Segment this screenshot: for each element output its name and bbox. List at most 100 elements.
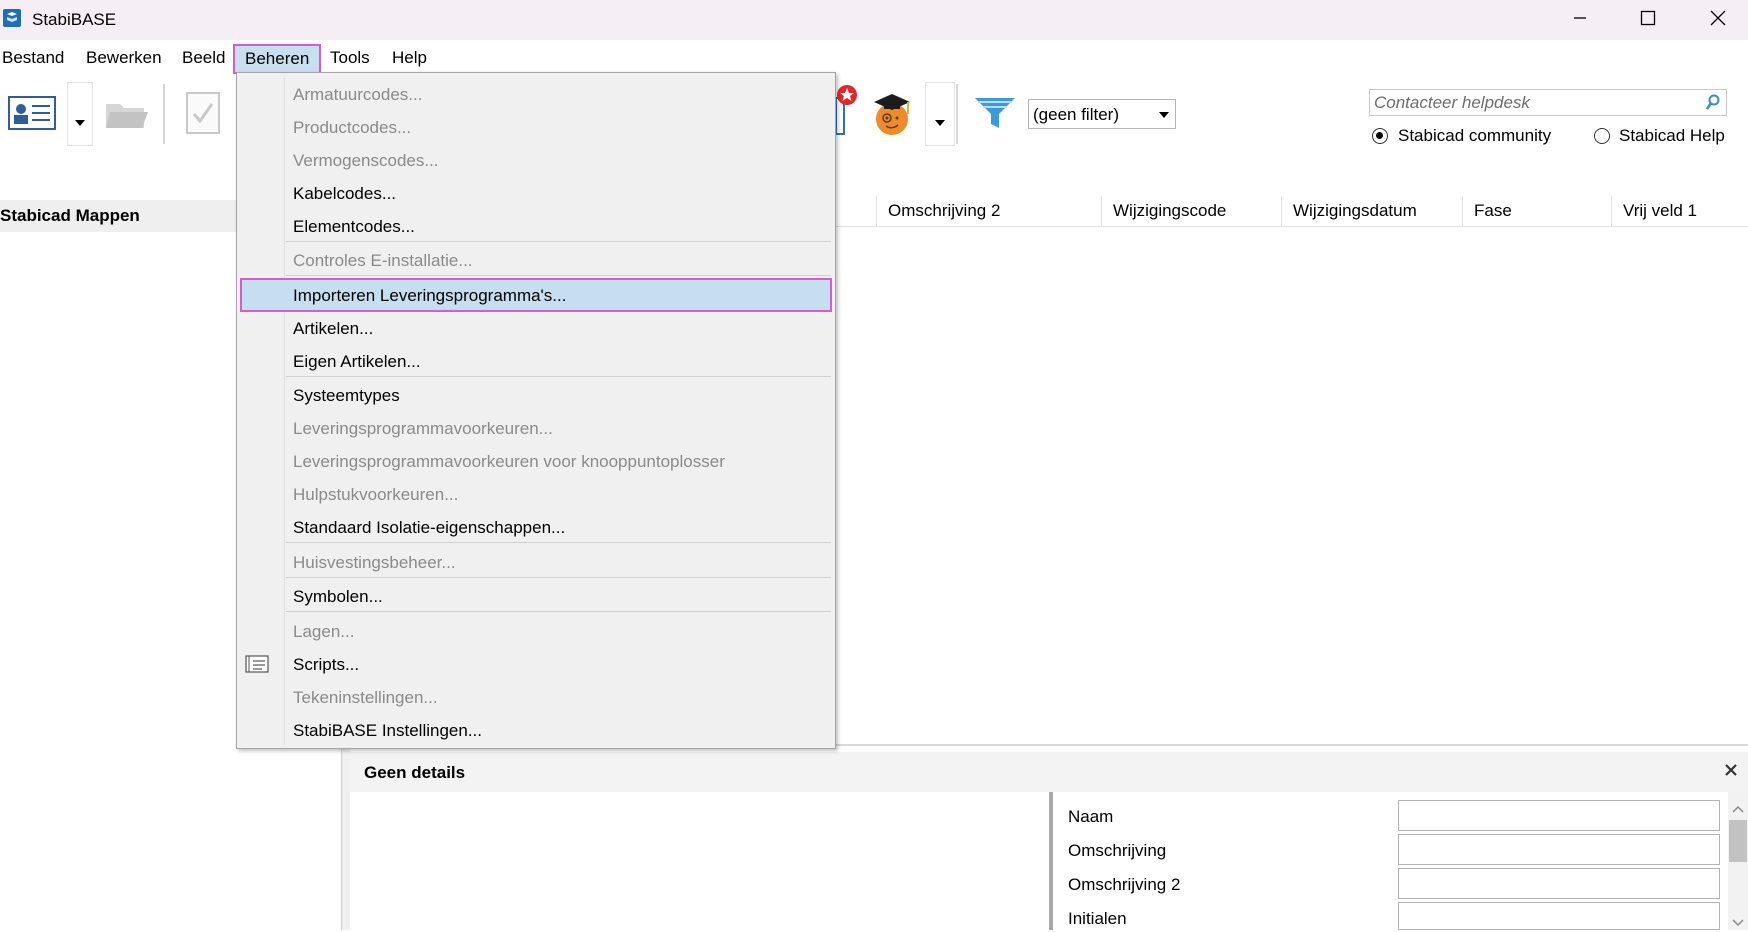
column-fase[interactable]: Fase: [1474, 201, 1512, 221]
menu-bestand[interactable]: Bestand: [0, 47, 66, 71]
contact-dropdown-button[interactable]: [67, 82, 93, 146]
search-icon[interactable]: [1705, 94, 1720, 115]
menu-item-armatuurcodes[interactable]: Armatuurcodes...: [293, 85, 422, 105]
maximize-icon: [1640, 10, 1656, 31]
scrollbar-thumb[interactable]: [1729, 820, 1747, 862]
details-header: [349, 752, 1748, 792]
left-panel-title: Stabicad Mappen: [0, 206, 140, 225]
field-label-naam: Naam: [1068, 807, 1114, 826]
menu-item-productcodes[interactable]: Productcodes...: [293, 118, 411, 138]
chevron-down-icon[interactable]: [1732, 912, 1744, 932]
initialen-field[interactable]: [1398, 902, 1720, 930]
menu-item-elementcodes[interactable]: Elementcodes...: [293, 217, 415, 237]
checklist-button[interactable]: [186, 92, 220, 139]
beheren-menu: [236, 72, 836, 749]
radio-label-stabicad-community: Stabicad community: [1398, 126, 1552, 145]
toolbar-separator: [163, 84, 165, 144]
helpdesk-search: [1369, 89, 1727, 116]
filter-select[interactable]: (geen filter): [1028, 99, 1176, 129]
field-label-omschrijving-2: Omschrijving 2: [1068, 875, 1181, 894]
menu-tools[interactable]: Tools: [328, 47, 372, 71]
left-panel-header: Stabicad Mappen: [0, 200, 236, 232]
menu-item-leveringsprogrammavoorkeuren[interactable]: Leveringsprogrammavoorkeuren...: [293, 419, 553, 439]
close-details-button[interactable]: [1724, 762, 1738, 782]
column-vrij-veld-1[interactable]: Vrij veld 1: [1623, 201, 1697, 221]
omschrijving-2-field[interactable]: [1398, 868, 1720, 899]
notification-icon: [835, 85, 860, 140]
helpdesk-avatar-button[interactable]: [870, 90, 914, 141]
stabibase-app-icon: [3, 9, 21, 27]
minimize-icon: [1573, 10, 1587, 30]
menu-beheren[interactable]: Beheren: [233, 44, 322, 74]
details-title: Geen details: [364, 763, 466, 782]
menu-item-scripts[interactable]: Scripts...: [293, 655, 359, 675]
radio-stabicad-community[interactable]: [1372, 128, 1388, 144]
column-separator: [876, 196, 877, 226]
chevron-down-icon: [1159, 112, 1169, 118]
close-icon: [1724, 762, 1738, 781]
menu-bewerken[interactable]: Bewerken: [84, 47, 164, 71]
menu-item-importeren-leveringsprogrammas[interactable]: Importeren Leveringsprogramma's...: [293, 286, 566, 306]
close-icon: [1710, 10, 1726, 31]
column-header-row: Omschrijving 2 Wijzigingscode Wijzigings…: [830, 196, 1748, 227]
menu-help[interactable]: Help: [390, 47, 429, 71]
menu-item-controles-e-installatie[interactable]: Controles E-installatie...: [293, 251, 473, 271]
toolbar-separator: [956, 84, 958, 144]
menu-item-leveringsprogrammavoorkeuren-knooppuntoplosser[interactable]: Leveringsprogrammavoorkeuren voor knoopp…: [293, 452, 725, 472]
menu-item-vermogenscodes[interactable]: Vermogenscodes...: [293, 151, 439, 171]
menu-item-symbolen[interactable]: Symbolen...: [293, 587, 383, 607]
helpdesk-search-input[interactable]: [1370, 90, 1696, 116]
open-folder-button[interactable]: [104, 96, 150, 135]
title-bar: [0, 0, 1748, 40]
minimize-button[interactable]: [1556, 4, 1604, 36]
dropdown-arrow-icon: [935, 111, 945, 131]
menu-item-kabelcodes[interactable]: Kabelcodes...: [293, 184, 396, 204]
field-label-omschrijving: Omschrijving: [1068, 841, 1167, 860]
helpdesk-dropdown-button[interactable]: [925, 82, 955, 146]
maximize-button[interactable]: [1624, 4, 1672, 36]
menu-beeld[interactable]: Beeld: [180, 47, 227, 71]
column-separator: [1101, 196, 1102, 226]
contact-card-icon: [8, 96, 56, 134]
column-separator: [1281, 196, 1282, 226]
close-window-button[interactable]: [1694, 4, 1742, 36]
menu-item-lagen[interactable]: Lagen...: [293, 622, 354, 642]
filter-button[interactable]: [974, 94, 1016, 137]
menu-icon-gutter: [284, 78, 285, 745]
menu-item-eigen-artikelen[interactable]: Eigen Artikelen...: [293, 352, 421, 372]
dropdown-arrow-icon: [75, 111, 85, 131]
column-separator: [1462, 196, 1463, 226]
radio-stabicad-help[interactable]: [1594, 128, 1610, 144]
chevron-up-icon[interactable]: [1732, 798, 1744, 818]
script-icon: [245, 654, 269, 679]
filter-icon: [974, 98, 1016, 136]
field-label-initialen: Initialen: [1068, 909, 1127, 928]
menu-separator: [286, 611, 831, 612]
omschrijving-field[interactable]: [1398, 834, 1720, 865]
column-wijzigingscode[interactable]: Wijzigingscode: [1113, 201, 1226, 221]
menu-separator: [286, 376, 831, 377]
menu-separator: [286, 241, 831, 242]
details-splitter[interactable]: [1049, 792, 1053, 930]
menu-item-standaard-isolatie-eigenschappen[interactable]: Standaard Isolatie-eigenschappen...: [293, 518, 565, 538]
checklist-icon: [186, 92, 220, 138]
menu-item-tekeninstellingen[interactable]: Tekeninstellingen...: [293, 688, 438, 708]
menu-separator: [286, 542, 831, 543]
radio-label-stabicad-help: Stabicad Help: [1619, 126, 1725, 145]
column-separator: [1611, 196, 1612, 226]
window-title: StabiBASE: [32, 10, 117, 29]
menu-item-systeemtypes[interactable]: Systeemtypes: [293, 386, 400, 406]
column-omschrijving-2[interactable]: Omschrijving 2: [888, 201, 1000, 221]
menu-separator: [286, 275, 831, 276]
naam-field[interactable]: [1398, 800, 1720, 831]
filter-select-value: (geen filter): [1033, 105, 1119, 124]
menu-item-huisvestingsbeheer[interactable]: Huisvestingsbeheer...: [293, 553, 456, 573]
menu-item-stabibase-instellingen[interactable]: StabiBASE Instellingen...: [293, 721, 482, 741]
contact-card-button[interactable]: [8, 96, 56, 135]
notification-button[interactable]: [835, 84, 860, 141]
menu-item-hulpstukvoorkeuren[interactable]: Hulpstukvoorkeuren...: [293, 485, 458, 505]
student-avatar-icon: [870, 94, 914, 140]
menu-bar: Bestand Bewerken Beeld Beheren Tools Hel…: [0, 41, 1748, 74]
menu-item-artikelen[interactable]: Artikelen...: [293, 319, 373, 339]
column-wijzigingsdatum[interactable]: Wijzigingsdatum: [1293, 201, 1417, 221]
